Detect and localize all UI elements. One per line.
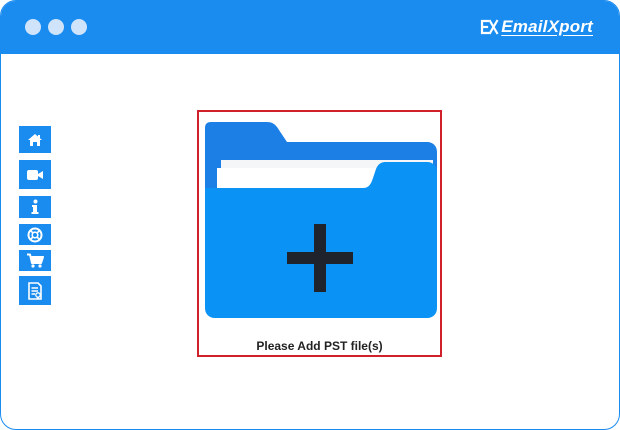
window-control-dot[interactable] xyxy=(48,19,64,35)
license-document-icon xyxy=(28,281,42,300)
sidebar-support-button[interactable] xyxy=(19,224,51,245)
add-pst-dropzone[interactable]: Please Add PST file(s) xyxy=(197,110,442,357)
home-icon xyxy=(28,133,42,146)
title-bar: EmailXport xyxy=(1,1,619,54)
sidebar-info-button[interactable] xyxy=(19,196,51,218)
shopping-cart-icon xyxy=(27,253,44,268)
emailxport-logo-icon xyxy=(481,19,499,35)
brand-logo: EmailXport xyxy=(479,15,593,39)
sidebar-home-button[interactable] xyxy=(19,126,51,153)
dropzone-label: Please Add PST file(s) xyxy=(256,339,383,353)
info-icon xyxy=(31,199,39,214)
sidebar-license-button[interactable] xyxy=(19,276,51,305)
app-window: EmailXport Please Add PST file(s) xyxy=(0,0,620,430)
window-control-dot[interactable] xyxy=(25,19,41,35)
sidebar-cart-button[interactable] xyxy=(19,250,51,271)
brand-name: EmailXport xyxy=(501,17,593,36)
sidebar-video-button[interactable] xyxy=(19,160,51,189)
video-camera-icon xyxy=(27,169,43,180)
folder-add-icon xyxy=(205,122,437,318)
lifebuoy-support-icon xyxy=(27,227,43,242)
window-control-dot[interactable] xyxy=(71,19,87,35)
